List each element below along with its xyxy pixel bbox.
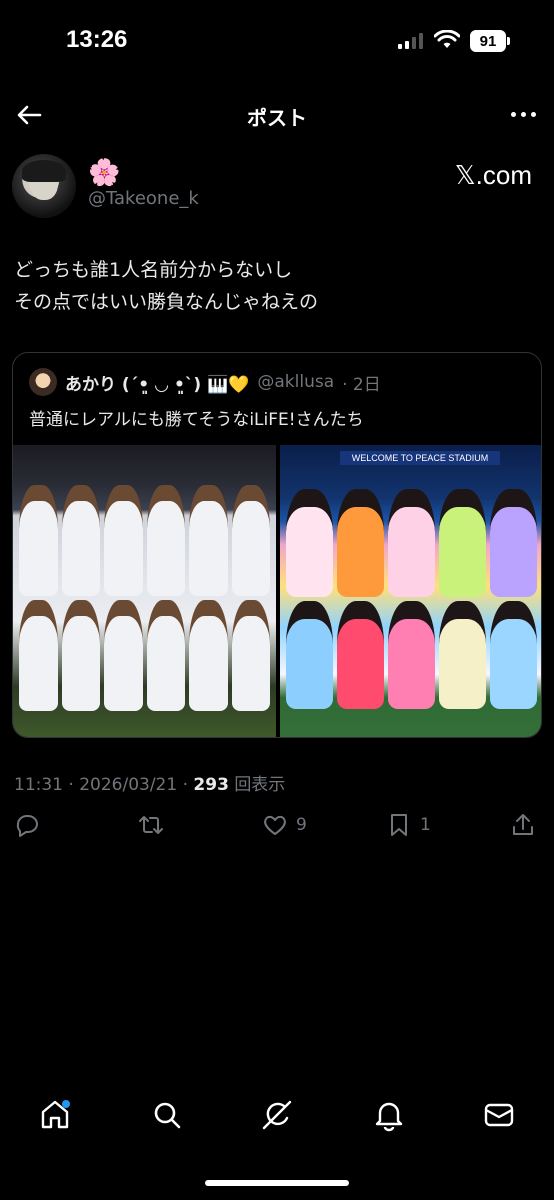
repost-icon [139, 816, 163, 834]
quoted-text: 普通にレアルにも勝てそうなiLiFE!さんたち [29, 410, 364, 430]
post-body: どっちも誰1人名前分からないし その点ではいい勝負なんじゃねえの [14, 254, 538, 318]
quoted-post-header: あかり (ˊ•͈ ◡ •͈ˋ) 🎹💛 @akllusa · 2日 [29, 367, 529, 397]
home-notification-dot [62, 1100, 70, 1108]
author-display-name[interactable]: 🌸 [88, 158, 120, 188]
avatar[interactable] [12, 154, 76, 218]
like-icon [264, 815, 286, 835]
home-indicator[interactable] [205, 1180, 349, 1186]
stadium-banner: WELCOME TO PEACE STADIUM [340, 451, 500, 465]
bookmark-button[interactable]: 1 [386, 812, 431, 838]
post-timestamp: 11:31 · 2026/03/21 · [14, 775, 188, 795]
quoted-post[interactable]: あかり (ˊ•͈ ◡ •͈ˋ) 🎹💛 @akllusa · 2日 普通にレアルに… [12, 352, 542, 738]
idol-group-image[interactable]: WELCOME TO PEACE STADIUM [280, 445, 541, 737]
post-text-line: その点ではいい勝負なんじゃねえの [14, 291, 319, 313]
battery-indicator: 91 [470, 30, 510, 52]
source-label: 𝕏.com [454, 160, 532, 190]
bookmark-count: 1 [420, 815, 431, 835]
view-count: 293 [193, 775, 229, 795]
grok-icon [262, 1100, 292, 1130]
reply-button[interactable] [14, 812, 40, 838]
quoted-media[interactable]: WELCOME TO PEACE STADIUM [13, 445, 541, 737]
status-bar: 13:26 91 [0, 0, 554, 80]
post-header: ポスト [0, 92, 554, 136]
like-count: 9 [296, 815, 307, 835]
like-button[interactable]: 9 [262, 812, 307, 838]
quoted-age: · 2日 [342, 374, 381, 395]
bookmark-icon [391, 814, 407, 836]
share-button[interactable] [510, 812, 536, 838]
action-bar: 9 1 [0, 812, 554, 848]
players-group [19, 485, 270, 711]
reply-icon [16, 815, 38, 837]
tab-messages[interactable] [482, 1098, 516, 1132]
quoted-avatar [29, 368, 57, 396]
wifi-icon [434, 30, 460, 48]
quoted-display-name: あかり (ˊ•͈ ◡ •͈ˋ) 🎹💛 [65, 374, 250, 395]
more-icon[interactable] [511, 112, 536, 117]
page-title: ポスト [247, 106, 307, 130]
share-icon [513, 814, 533, 835]
tab-grok[interactable] [260, 1098, 294, 1132]
quoted-handle: @akllusa [257, 372, 335, 392]
repost-button[interactable] [138, 812, 164, 838]
post-text-line: どっちも誰1人名前分からないし [14, 259, 293, 281]
author-handle[interactable]: @Takeone_k [88, 188, 199, 209]
dancers-group [286, 489, 537, 709]
status-time: 13:26 [66, 26, 128, 53]
view-label: 回表示 [234, 775, 286, 795]
tab-search[interactable] [150, 1098, 184, 1132]
tab-home[interactable] [38, 1098, 72, 1132]
post-meta: 11:31 · 2026/03/21 · 293 回表示 [14, 770, 285, 795]
messages-icon [484, 1103, 514, 1127]
notifications-icon [375, 1102, 403, 1132]
cellular-signal-icon [398, 33, 423, 49]
team-photo-image[interactable] [13, 445, 276, 737]
search-icon [154, 1102, 181, 1129]
bottom-tab-bar [0, 1090, 554, 1146]
tab-notifications[interactable] [372, 1098, 406, 1132]
post-author: 🌸 @Takeone_k 𝕏.com [12, 154, 542, 220]
